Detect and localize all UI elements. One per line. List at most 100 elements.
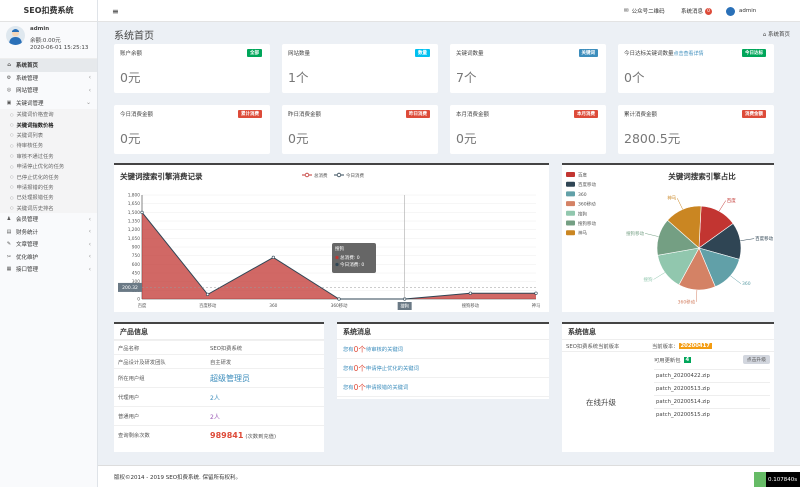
debug-timer[interactable]: 0.107840s (754, 472, 800, 487)
legend-label[interactable]: 360 (578, 192, 587, 198)
legend-label[interactable]: 神马 (578, 230, 587, 237)
messages-link[interactable]: 系统消息 0 (681, 0, 713, 22)
sidebar-item-1top[interactable]: ⚙ 系统管理 ‹ (0, 72, 97, 85)
y-tick-label: 1,650 (128, 201, 141, 207)
message-item[interactable]: 您有 0个 申请停止优化的关键词 (337, 359, 549, 378)
submenu-item[interactable]: ○ 关键词指数价格 (0, 119, 97, 129)
stat-card: 账户余额 全部 0元 (114, 44, 270, 93)
data-point[interactable] (468, 291, 472, 295)
engine-pie-chart[interactable]: 关键词搜索引擎占比百度百度移动360360移动搜狗搜狗移动神马百度百度移动360… (562, 165, 774, 312)
spend-chart-panel: 关键词搜索引擎消费记录总消费今日消费01503004506007509001,0… (114, 163, 549, 312)
patch-item[interactable]: patch_20200515.zip (654, 408, 770, 421)
chevron-icon: ‹ (88, 74, 91, 82)
slice-leader-line (740, 238, 755, 241)
x-tick-label: 百度移动 (199, 302, 217, 309)
message-prefix: 您有 (343, 385, 354, 391)
message-item[interactable]: 您有 0个 待审核的关键词 (337, 340, 549, 359)
table-row: 普通用户 2人 (114, 406, 324, 426)
stat-value: 0元 (120, 131, 141, 146)
sidebar-item-0top[interactable]: ⌂ 系统首页 (0, 59, 97, 72)
crosshair-x-label: 搜狗 (400, 303, 409, 310)
submenu-item[interactable]: ○ 待审核任务 (0, 140, 97, 150)
sidebar-item-2bottom[interactable]: ✎ 文章管理 ‹ (0, 238, 97, 251)
patch-item[interactable]: patch_20200514.zip (654, 395, 770, 408)
stat-label: 今日消费金额 (120, 110, 153, 118)
sidebar-item-3top[interactable]: ▣ 关键词管理 ⌄ (0, 97, 97, 110)
submenu-item[interactable]: ○ 关键词历史排名 (0, 203, 97, 213)
stat-tag: 本月消费 (574, 110, 598, 118)
stat-card: 关键词数量 关键词 7个 (450, 44, 606, 93)
stat-label-text: 今日消费金额 (120, 112, 154, 118)
sidebar-item-3bottom[interactable]: ✂ 优化维护 ‹ (0, 250, 97, 263)
stat-label: 网站数量 (288, 49, 310, 57)
sidebar-item-4bottom[interactable]: ▦ 接口管理 ‹ (0, 263, 97, 276)
submenu-item[interactable]: ○ 申请报错的任务 (0, 182, 97, 192)
legend-label[interactable]: 360移动 (578, 201, 596, 208)
submenu-item-label: 关键词历史排名 (16, 205, 54, 212)
sidebar-item-2top[interactable]: ◎ 网站管理 ‹ (0, 84, 97, 97)
stat-label-text: 昨日消费金额 (288, 112, 322, 118)
sidebar-menu: ⌂ 系统首页 ⚙ 系统管理 ‹ ◎ 网站管理 ‹ ▣ 关键词管理 ⌄ (0, 59, 97, 109)
circle-icon: ○ (10, 122, 14, 128)
product-info-panel: 产品信息 产品名称 SEO扣费系统 产品设计及研发团队 自主研发 所在用户组 超级管理员代… (114, 322, 324, 452)
sidebar-item-1bottom[interactable]: ▤ 财务统计 ‹ (0, 225, 97, 238)
chevron-icon: ‹ (88, 215, 91, 223)
system-messages-title: 系统消息 (337, 324, 549, 340)
submenu-item[interactable]: ○ 关键词列表 (0, 130, 97, 140)
patch-item[interactable]: patch_20200422.zip (654, 369, 770, 382)
data-point[interactable] (140, 210, 144, 214)
stat-tag: 消费金额 (742, 110, 766, 118)
stat-label-text: 本月消费金额 (456, 112, 490, 118)
submenu-item[interactable]: ○ 已处理报错任务 (0, 192, 97, 202)
legend-swatch (566, 181, 575, 187)
message-prefix: 您有 (343, 366, 354, 372)
message-item[interactable]: 您有 0个 申请报错的关键词 (337, 378, 549, 397)
chevron-icon: ‹ (88, 240, 91, 248)
data-point[interactable] (534, 291, 538, 295)
slice-leader-line (718, 200, 726, 212)
product-value-text: 2人 (210, 413, 220, 421)
messages-label: 系统消息 (681, 9, 704, 15)
user-menu[interactable]: admin (726, 0, 756, 22)
submenu-item[interactable]: ○ 关键词价格查询 (0, 109, 97, 119)
breadcrumb-item[interactable]: 系统首页 (768, 32, 790, 38)
legend-label[interactable]: 百度 (578, 172, 587, 179)
submenu-item[interactable]: ○ 已停止优化的任务 (0, 171, 97, 181)
sidebar-item-0bottom[interactable]: ♟ 会员管理 ‹ (0, 213, 97, 226)
product-value: 2人 (206, 406, 324, 426)
sidebar-item-label: 优化维护 (16, 254, 39, 261)
sidebar-item-label: 关键词管理 (16, 100, 44, 107)
legend-label[interactable]: 百度移动 (578, 181, 596, 188)
sidebar-item-label: 会员管理 (16, 217, 39, 224)
current-version-badge: 20200417 (678, 343, 712, 349)
upgrade-button[interactable]: 点击升级 (742, 355, 770, 364)
spend-line-chart[interactable]: 关键词搜索引擎消费记录总消费今日消费01503004506007509001,0… (114, 165, 549, 312)
stat-detail-link[interactable]: 点击查看详情 (674, 51, 704, 57)
stat-label: 累计消费金额 (624, 110, 657, 118)
wechat-qr-link[interactable]: ✉ 公众号二维码 (624, 0, 665, 22)
legend-label[interactable]: 今日消费 (346, 172, 364, 179)
y-tick-label: 750 (132, 253, 140, 259)
chevron-icon: ‹ (88, 265, 91, 273)
data-point[interactable] (271, 255, 275, 259)
legend-label[interactable]: 搜狗移动 (578, 220, 596, 227)
submenu-item[interactable]: ○ 审核不通过任务 (0, 151, 97, 161)
data-point[interactable] (206, 292, 210, 296)
submenu-item[interactable]: ○ 申请停止优化的任务 (0, 161, 97, 171)
data-point[interactable] (337, 297, 341, 301)
legend-swatch (566, 191, 575, 197)
legend-label[interactable]: 总消费 (314, 172, 328, 179)
legend-label[interactable]: 搜狗 (578, 210, 587, 217)
sidebar-submenu: ○ 关键词价格查询 ○ 关键词指数价格 ○ 关键词列表 ○ 待审核任务 ○ 审核不通过任务 ○ 申请停… (0, 109, 97, 213)
menu-toggle-icon[interactable]: ≡ (112, 0, 119, 22)
slice-label: 搜狗 (644, 276, 653, 283)
chevron-icon: ⌄ (85, 99, 91, 107)
footer-copyright: 版权©2014 - 2019 SEO扣费系统. 保留所有权利。 (114, 475, 242, 481)
patch-item[interactable]: patch_20200513.zip (654, 382, 770, 395)
slice-leader-line (645, 233, 659, 237)
slice-leader-line (695, 289, 698, 302)
message-text: 申请报错的关键词 (365, 385, 409, 391)
version-label: SEO扣费系统当前版本 (566, 344, 620, 350)
avatar[interactable] (6, 26, 25, 45)
stat-label: 今日达标关键词数量点击查看详情 (624, 49, 704, 57)
